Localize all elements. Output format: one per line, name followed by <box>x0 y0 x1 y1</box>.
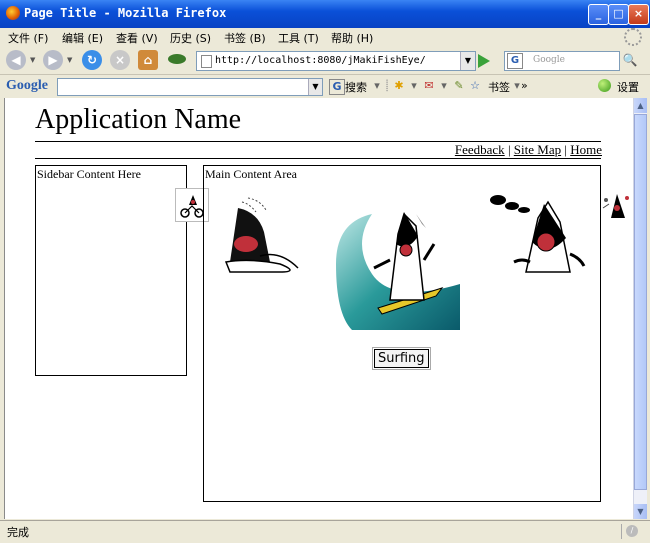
duke-sunglasses-icon[interactable] <box>486 192 586 288</box>
menu-file[interactable]: 文件 (F) <box>8 30 48 46</box>
fisheye-item-juggling[interactable] <box>601 188 631 224</box>
firefox-icon <box>6 6 20 20</box>
google-search-button[interactable]: 搜索 <box>345 79 367 95</box>
main-text: Main Content Area <box>205 167 297 181</box>
translate-icon[interactable]: ✎ <box>452 79 466 93</box>
page-viewport: Application Name Feedback | Site Map | H… <box>4 98 633 519</box>
window-title: Page Title - Mozilla Firefox <box>24 6 227 20</box>
sidebar: Sidebar Content Here <box>35 165 187 376</box>
forward-dropdown-icon[interactable]: ▼ <box>67 56 72 64</box>
google-search-input[interactable]: ▼ <box>57 78 323 96</box>
leaf-icon[interactable] <box>168 54 186 64</box>
feedback-link[interactable]: Feedback <box>455 142 505 157</box>
home-link[interactable]: Home <box>570 142 602 157</box>
status-bar: 完成 / <box>0 520 650 543</box>
google-toolbar: Google ▼ G 搜索 ▾ ⸽ ✱ ▾ ✉ ▾ ✎ ☆ 书签 ▾ » 设置 <box>0 75 650 97</box>
sitemap-link[interactable]: Site Map <box>514 142 561 157</box>
menu-view[interactable]: 查看 (V) <box>116 30 158 46</box>
pagerank-icon[interactable]: ✱ <box>392 79 406 93</box>
google-g-icon[interactable]: G <box>329 79 345 95</box>
menu-tools[interactable]: 工具 (T) <box>278 30 319 46</box>
maximize-button[interactable]: □ <box>608 4 629 25</box>
search-engine-icon[interactable]: G <box>507 53 523 69</box>
main-content: Main Content Area Surfing <box>203 165 601 502</box>
menu-bookmarks[interactable]: 书签 (B) <box>224 30 266 46</box>
link-separator: | <box>507 142 511 157</box>
search-box[interactable]: G Google <box>504 51 620 71</box>
security-icon[interactable]: / <box>626 525 638 537</box>
gmail-dropdown-icon[interactable]: ▾ <box>437 79 451 93</box>
address-bar-url[interactable]: http://localhost:8080/jMakiFishEye/ <box>215 55 426 66</box>
back-dropdown-icon[interactable]: ▼ <box>30 56 35 64</box>
sidebar-text: Sidebar Content Here <box>37 167 141 181</box>
google-dropdown-icon[interactable]: ▼ <box>308 79 322 95</box>
settings-icon[interactable] <box>598 79 611 92</box>
header-bottom-rule <box>35 158 601 159</box>
back-button[interactable]: ◀ <box>6 50 26 70</box>
menu-edit[interactable]: 编辑 (E) <box>62 30 103 46</box>
forward-button[interactable]: ▶ <box>43 50 63 70</box>
fisheye-caption: Surfing <box>372 347 431 370</box>
minimize-button[interactable]: _ <box>588 4 609 25</box>
home-button[interactable]: ⌂ <box>138 50 158 70</box>
go-icon[interactable] <box>478 54 490 68</box>
star-icon[interactable]: ☆ <box>468 79 482 93</box>
throbber-icon <box>624 28 642 46</box>
menu-history[interactable]: 历史 (S) <box>170 30 211 46</box>
search-icon[interactable]: 🔍 <box>622 52 638 68</box>
pagerank-dropdown-icon[interactable]: ▾ <box>407 79 421 93</box>
menu-help[interactable]: 帮助 (H) <box>331 30 373 46</box>
status-text: 完成 <box>7 526 29 539</box>
window-titlebar: Page Title - Mozilla Firefox _ □ × <box>0 0 650 28</box>
scroll-down-icon[interactable]: ▼ <box>634 504 647 519</box>
page-icon <box>201 55 212 68</box>
search-placeholder[interactable]: Google <box>533 55 565 65</box>
duke-juggling-icon <box>602 194 629 218</box>
duke-surfing-icon[interactable] <box>332 204 464 332</box>
page-title: Application Name <box>35 104 242 135</box>
stop-button[interactable]: × <box>110 50 130 70</box>
address-bar[interactable]: http://localhost:8080/jMakiFishEye/ ▼ <box>196 51 476 71</box>
link-separator: | <box>564 142 567 157</box>
navigation-toolbar: ◀ ▼ ▶ ▼ ↻ × ⌂ http://localhost:8080/jMak… <box>0 46 650 75</box>
google-logo: Google <box>6 78 48 93</box>
duke-windy-icon[interactable] <box>220 192 310 276</box>
scroll-thumb[interactable] <box>634 114 647 490</box>
vertical-scrollbar[interactable]: ▲ ▼ <box>633 98 647 519</box>
scroll-up-icon[interactable]: ▲ <box>634 98 647 113</box>
close-button[interactable]: × <box>628 4 649 25</box>
status-separator <box>621 524 622 539</box>
menu-bar: 文件 (F) 编辑 (E) 查看 (V) 历史 (S) 书签 (B) 工具 (T… <box>0 28 650 46</box>
google-bookmarks-button[interactable]: 书签 <box>488 79 510 95</box>
more-button[interactable]: » <box>521 79 528 92</box>
header-links: Feedback | Site Map | Home <box>455 142 602 158</box>
settings-button[interactable]: 设置 <box>617 79 639 95</box>
gmail-icon[interactable]: ✉ <box>422 79 436 93</box>
address-dropdown-icon[interactable]: ▼ <box>460 52 475 70</box>
reload-button[interactable]: ↻ <box>82 50 102 70</box>
